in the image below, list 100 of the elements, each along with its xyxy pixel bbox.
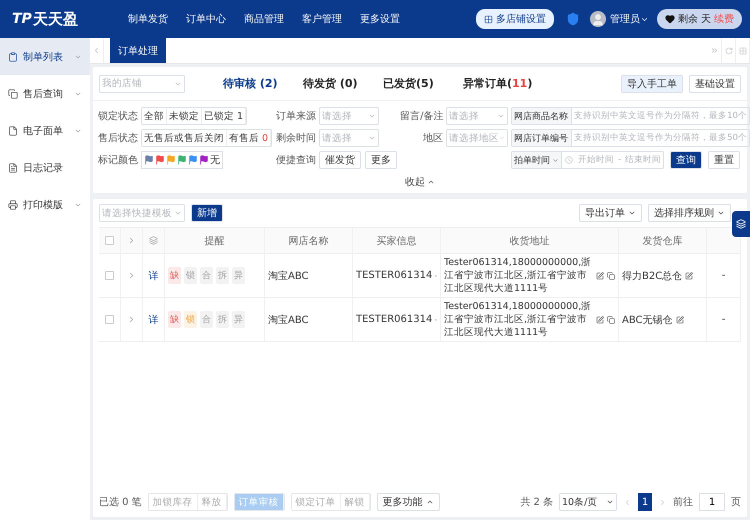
expand-icon[interactable] bbox=[127, 315, 136, 324]
table-cell-text: ABC无锡仓 bbox=[622, 314, 673, 326]
shield-icon[interactable] bbox=[566, 12, 580, 26]
checkbox[interactable] bbox=[105, 236, 114, 245]
status-tag: 缺 bbox=[168, 311, 181, 328]
field-label: 便捷查询 bbox=[275, 154, 318, 167]
avatar-icon[interactable] bbox=[590, 11, 606, 27]
edit-icon[interactable] bbox=[596, 272, 604, 280]
status-tab[interactable]: 异常订单(11) bbox=[463, 76, 543, 91]
status-tag: 异 bbox=[232, 267, 245, 284]
status-tag: 异 bbox=[232, 311, 245, 328]
nav-item[interactable]: 商品管理 bbox=[244, 12, 284, 26]
field-label: 售后状态 bbox=[97, 132, 139, 145]
status-tag: 缺 bbox=[168, 267, 181, 284]
sidebar-item[interactable]: 制单列表 bbox=[0, 38, 90, 75]
nav-item[interactable]: 订单中心 bbox=[186, 12, 226, 26]
filter-option[interactable]: 有售后 0 bbox=[227, 130, 272, 146]
field-label: 剩余时间 bbox=[275, 132, 318, 145]
reset-button[interactable]: 重置 bbox=[708, 151, 740, 169]
column-header: 网店名称 bbox=[288, 234, 328, 248]
prev-page-icon[interactable] bbox=[623, 498, 632, 506]
checkbox[interactable] bbox=[105, 315, 114, 324]
search-field[interactable]: 网店商品名称 支持识别中英文逗号作为分隔符，最多10个 bbox=[511, 107, 750, 125]
expand-icon[interactable] bbox=[127, 236, 136, 245]
lock-filter[interactable]: 全部 未锁定 已锁定 1 bbox=[141, 107, 248, 125]
edit-icon[interactable] bbox=[676, 316, 684, 324]
page-unit: 页 bbox=[731, 496, 741, 509]
status-tag: 拆 bbox=[216, 311, 229, 328]
column-header: 发货仓库 bbox=[642, 234, 682, 248]
goto-label: 前往 bbox=[673, 496, 693, 509]
filter-option[interactable]: 全部 bbox=[142, 108, 167, 124]
status-tag: 合 bbox=[200, 267, 213, 284]
checkbox[interactable] bbox=[105, 271, 114, 280]
edit-icon[interactable] bbox=[596, 316, 604, 324]
field-label: 地区 bbox=[422, 132, 444, 145]
flag-icon[interactable] bbox=[177, 155, 187, 165]
flag-icon[interactable] bbox=[155, 155, 165, 165]
table-cell-text: 淘宝ABC bbox=[268, 270, 309, 282]
status-tag: 拆 bbox=[216, 267, 229, 284]
table-cell-text: 得力B2C总仓 bbox=[622, 270, 682, 282]
date-range-field[interactable]: 拍单时间 开始时间 - 结束时间 bbox=[511, 151, 664, 169]
chevron-up-icon bbox=[427, 178, 435, 186]
nav-item[interactable]: 更多设置 bbox=[360, 12, 400, 26]
table-cell: TESTER061314 bbox=[356, 270, 432, 281]
heart-icon bbox=[665, 14, 675, 24]
remaining-pill[interactable]: 剩余 天 续费 bbox=[657, 9, 742, 29]
flag-icon[interactable] bbox=[144, 155, 154, 165]
search-field[interactable]: 网店订单编号 支持识别中英文逗号作为分隔符，最多50个 bbox=[511, 129, 750, 147]
sort-button[interactable]: 选择排序规则 bbox=[648, 204, 731, 222]
table-cell: - bbox=[722, 270, 726, 281]
edit-icon[interactable] bbox=[685, 272, 694, 280]
quick-query-button[interactable]: 催发货 bbox=[319, 151, 362, 169]
field-label: 锁定状态 bbox=[97, 110, 139, 123]
status-tag: 锁 bbox=[184, 311, 197, 328]
detail-link[interactable]: 详 bbox=[148, 268, 158, 282]
logo: TP天天盈 bbox=[12, 10, 79, 28]
column-header: 提醒 bbox=[204, 234, 224, 248]
add-button[interactable]: 新增 bbox=[191, 204, 223, 222]
total-count: 共 2 条 bbox=[520, 496, 553, 509]
grid-icon bbox=[484, 14, 493, 24]
flag-icon[interactable] bbox=[199, 155, 209, 165]
user-name[interactable]: 管理员 bbox=[610, 12, 640, 26]
collapse-link[interactable]: 收起 bbox=[405, 175, 435, 189]
layers-icon[interactable] bbox=[732, 211, 750, 237]
page-input[interactable]: 1 bbox=[699, 493, 725, 511]
page-tab[interactable]: 订单处理 bbox=[110, 38, 166, 63]
filter-option[interactable]: 未锁定 bbox=[167, 108, 202, 124]
table-cell-text: Tester061314,18000000000,浙江省宁波市江北区,浙江省宁波市江北区现代大道1111号 bbox=[444, 300, 592, 339]
filter-option[interactable]: 已锁定 1 bbox=[202, 108, 246, 124]
more-button[interactable]: 更多功能 bbox=[376, 493, 440, 511]
nav-item[interactable]: 客户管理 bbox=[302, 12, 342, 26]
detail-link[interactable]: 详 bbox=[148, 312, 158, 326]
column-header: 买家信息 bbox=[376, 234, 416, 248]
quick-query-button[interactable]: 更多 bbox=[365, 151, 398, 169]
clock-icon bbox=[565, 156, 574, 164]
no-flag-option[interactable]: 无 bbox=[210, 153, 220, 167]
field-label: 标记颜色 bbox=[97, 154, 139, 167]
expand-icon[interactable] bbox=[127, 271, 136, 280]
status-tab[interactable]: 已发货(5) bbox=[383, 76, 463, 91]
shop-settings-button[interactable]: 多店铺设置 bbox=[476, 9, 554, 29]
next-page-icon[interactable] bbox=[658, 498, 667, 506]
page-size-select[interactable]: 10条/页 bbox=[559, 493, 617, 511]
selected-count: 已选 0 笔 bbox=[99, 496, 142, 509]
table-cell: TESTER061314 bbox=[356, 314, 432, 325]
action-button[interactable]: 基础设置 bbox=[689, 74, 741, 92]
export-button[interactable]: 导出订单 bbox=[579, 204, 642, 222]
table-cell-text: 淘宝ABC bbox=[268, 314, 309, 326]
status-tab[interactable]: 待审核 (2) bbox=[223, 76, 303, 91]
status-tag: 合 bbox=[200, 311, 213, 328]
status-tab[interactable]: 待发货 (0) bbox=[303, 76, 383, 91]
page-button[interactable]: 1 bbox=[638, 493, 652, 511]
table-cell: - bbox=[722, 314, 726, 325]
action-button[interactable]: 导入手工单 bbox=[621, 74, 683, 92]
flag-icon[interactable] bbox=[188, 155, 198, 165]
filter-option[interactable]: 无售后或售后关闭 bbox=[142, 130, 227, 146]
field-label: 订单来源 bbox=[275, 110, 318, 123]
nav-item[interactable]: 制单发货 bbox=[128, 12, 168, 26]
after-sale-filter[interactable]: 无售后或售后关闭 有售后 0 bbox=[141, 129, 272, 147]
search-button[interactable]: 查询 bbox=[670, 151, 702, 169]
table-cell-text: Tester061314,18000000000,浙江省宁波市江北区,浙江省宁波市江北区现代大道1111号 bbox=[444, 256, 592, 295]
